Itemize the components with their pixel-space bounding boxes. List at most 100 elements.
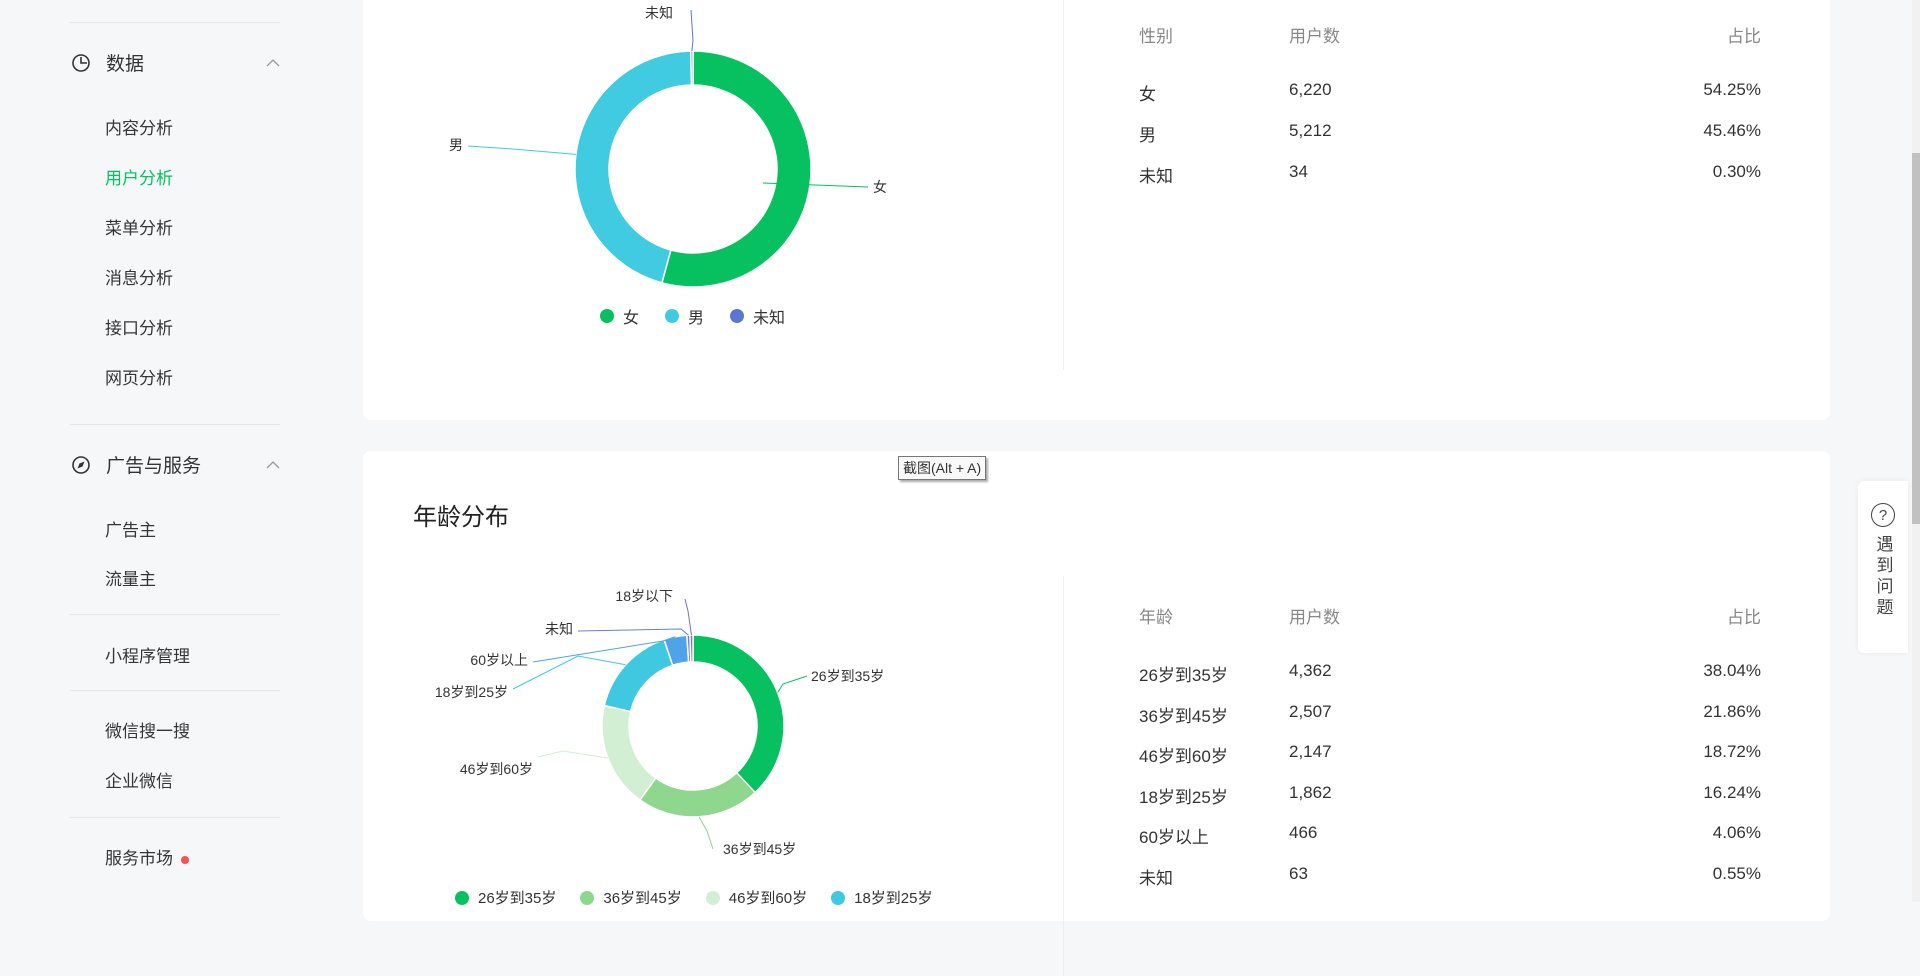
slice-label: 46岁到60岁 — [460, 761, 533, 777]
cell: 6,220 — [1289, 80, 1332, 99]
table-header: 年龄 用户数 占比 — [1139, 603, 1761, 627]
table-row: 未知 63 0.55% — [1139, 864, 1761, 888]
divider — [70, 614, 280, 615]
scrollbar-thumb[interactable] — [1912, 153, 1920, 524]
screenshot-tooltip: 截图(Alt + A) — [898, 456, 987, 480]
cell: 5,212 — [1289, 121, 1332, 140]
cell: 4,362 — [1289, 661, 1332, 680]
chevron-up-icon[interactable] — [266, 458, 280, 472]
gender-donut-chart: 女 男 未知 — [449, 5, 887, 288]
sidebar-item-publisher[interactable]: 流量主 — [105, 565, 156, 590]
scrollbar[interactable] — [1912, 0, 1920, 902]
cell: 63 — [1289, 864, 1308, 883]
legend-label: 未知 — [753, 310, 786, 327]
cell: 18岁到25岁 — [1139, 787, 1228, 807]
cell: 0.30% — [1712, 162, 1761, 181]
header-cell: 用户数 — [1289, 608, 1340, 627]
legend-label: 18岁到25岁 — [854, 890, 933, 907]
cell: 45.46% — [1703, 121, 1761, 140]
cell: 34 — [1289, 162, 1308, 181]
header-cell: 占比 — [1727, 608, 1761, 627]
donut-slice[interactable] — [689, 634, 694, 663]
table-row: 男 5,212 45.46% — [1139, 121, 1761, 145]
legend-item[interactable]: 女 — [600, 304, 639, 328]
table-header: 性别 用户数 占比 — [1139, 22, 1761, 46]
cell: 1,862 — [1289, 782, 1332, 802]
donut-slice[interactable] — [660, 50, 812, 288]
slice-label: 未知 — [545, 621, 573, 637]
legend-dot — [730, 309, 745, 323]
leader-line — [698, 816, 714, 850]
sidebar-item-wechat-search[interactable]: 微信搜一搜 — [105, 717, 190, 742]
gender-card: 女男未知 女 男 未知 性别 用户数 占比 女 6,220 54.25% 男 5,212 4… — [363, 0, 1830, 420]
leader-line — [684, 598, 692, 636]
donut-slice[interactable] — [638, 771, 757, 818]
divider — [70, 22, 280, 23]
table-row: 60岁以上 466 4.06% — [1139, 823, 1761, 847]
cell: 未知 — [1139, 869, 1173, 888]
sidebar: 数据 内容分析 用户分析 菜单分析 消息分析 接口分析 网页分析 广告与服务 广… — [0, 0, 330, 902]
legend-dot — [831, 890, 846, 905]
sidebar-item-advertiser[interactable]: 广告主 — [105, 516, 156, 541]
legend-dot — [705, 890, 720, 905]
legend-item[interactable]: 36岁到45岁 — [580, 887, 682, 908]
sidebar-group-data[interactable]: 数据 — [70, 49, 280, 76]
legend-label: 26岁到35岁 — [478, 890, 557, 907]
legend-item[interactable]: 男 — [665, 304, 704, 328]
legend-item[interactable]: 26岁到35岁 — [455, 887, 556, 908]
sidebar-item-miniprogram[interactable]: 小程序管理 — [105, 642, 190, 667]
cell: 38.04% — [1703, 661, 1761, 680]
sidebar-item-menu[interactable]: 菜单分析 — [105, 214, 173, 239]
cell: 2,147 — [1289, 742, 1332, 762]
group-label: 广告与服务 — [106, 456, 202, 477]
question-icon: ? — [1871, 503, 1895, 527]
cell: 21.86% — [1703, 701, 1761, 721]
age-card: 年龄分布 26岁到35岁 36岁到45岁 46岁到60岁 18岁到25岁 60岁以上 未知… — [363, 451, 1830, 976]
notification-dot — [181, 855, 189, 864]
legend-item[interactable]: 46岁到60岁 — [705, 887, 808, 908]
donut-slice[interactable] — [690, 50, 694, 86]
cell: 46岁到60岁 — [1139, 747, 1228, 767]
sidebar-item-users[interactable]: 用户分析 — [105, 164, 173, 189]
sidebar-item-messages[interactable]: 消息分析 — [105, 264, 173, 289]
table-row: 46岁到60岁 2,147 18.72% — [1139, 742, 1761, 766]
slice-label: 36岁到45岁 — [723, 841, 796, 857]
cell: 4.06% — [1712, 823, 1761, 843]
cell: 60岁以上 — [1139, 828, 1209, 848]
sidebar-item-market[interactable]: 服务市场 — [105, 844, 189, 869]
sidebar-item-web[interactable]: 网页分析 — [105, 364, 173, 389]
legend-label: 女 — [623, 310, 640, 327]
legend-dot — [580, 890, 595, 905]
donut-slice[interactable] — [601, 704, 657, 802]
sidebar-item-work-wechat[interactable]: 企业微信 — [105, 767, 173, 792]
leader-line — [537, 750, 608, 759]
slice-label: 26岁到35岁 — [811, 668, 884, 684]
divider — [70, 424, 280, 425]
table-row: 女 6,220 54.25% — [1139, 80, 1761, 104]
divider — [70, 817, 280, 818]
divider — [70, 690, 280, 691]
legend-dot — [455, 890, 469, 905]
help-widget[interactable]: ? 遇到问题 — [1858, 481, 1908, 653]
legend-item[interactable]: 未知 — [730, 304, 785, 328]
leader-line — [512, 655, 626, 690]
cell: 未知 — [1139, 167, 1173, 186]
group-label: 数据 — [106, 54, 145, 75]
age-legend: 26岁到35岁 36岁到45岁 46岁到60岁 18岁到25岁 — [455, 887, 933, 908]
header-cell: 占比 — [1727, 27, 1761, 46]
sidebar-group-ads[interactable]: 广告与服务 — [70, 451, 280, 478]
legend-label: 36岁到45岁 — [603, 890, 682, 907]
sidebar-item-content[interactable]: 内容分析 — [105, 114, 173, 139]
legend-item[interactable]: 18岁到25岁 — [831, 887, 933, 908]
legend-label: 46岁到60岁 — [728, 890, 808, 907]
cell: 男 — [1139, 126, 1156, 145]
donut-slice[interactable] — [574, 50, 693, 284]
donut-slice[interactable] — [603, 638, 674, 713]
sidebar-item-api[interactable]: 接口分析 — [105, 314, 173, 339]
header-cell: 用户数 — [1289, 27, 1340, 46]
leader-line — [690, 9, 694, 52]
cell: 16.24% — [1703, 782, 1761, 802]
help-label: 遇到问题 — [1873, 535, 1893, 619]
donut-slice[interactable] — [692, 634, 785, 794]
chevron-up-icon[interactable] — [266, 56, 280, 70]
